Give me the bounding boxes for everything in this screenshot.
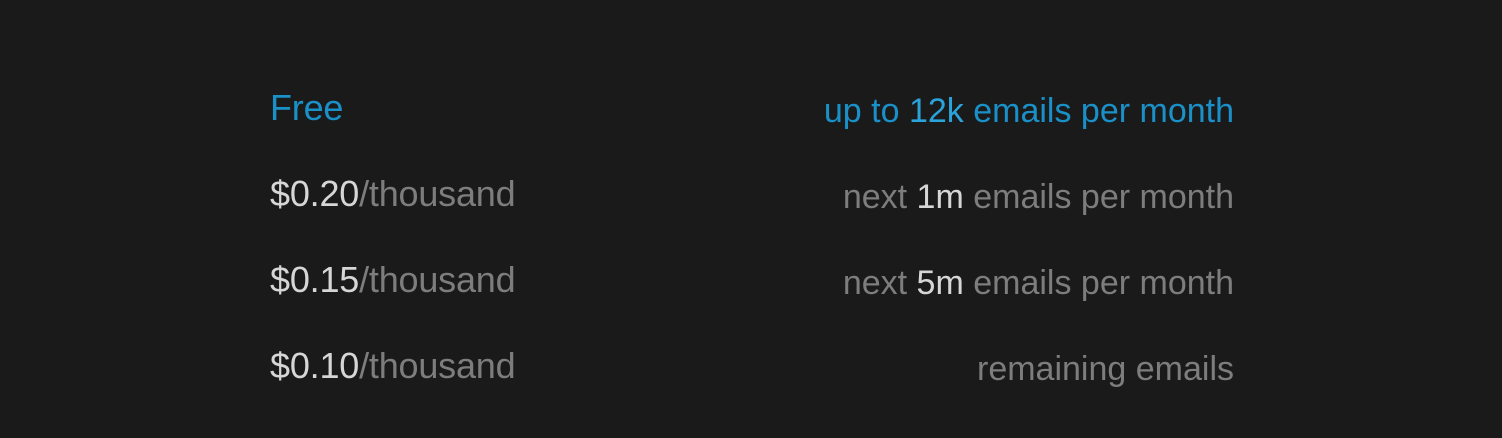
price-unit: /thousand <box>359 345 516 386</box>
desc-suffix: emails per month <box>963 264 1234 302</box>
price-unit: /thousand <box>359 173 516 214</box>
pricing-tier-remaining: $0.10/thousand remaining emails <box>270 336 1234 422</box>
pricing-table: Free up to 12k emails per month $0.20/th… <box>270 78 1234 422</box>
pricing-tier-1m: $0.20/thousand next 1m emails per month <box>270 164 1234 250</box>
price-amount: Free <box>270 87 344 128</box>
desc-prefix: next <box>842 178 917 216</box>
tier-description: next 5m emails per month <box>843 263 1234 303</box>
tier-price: $0.10/thousand <box>270 345 516 386</box>
price-amount: $0.15 <box>270 259 360 300</box>
tier-price: $0.20/thousand <box>270 173 516 214</box>
tier-description: remaining emails <box>977 349 1234 389</box>
price-amount: $0.20 <box>270 173 360 214</box>
desc-suffix: emails per month <box>963 92 1234 130</box>
desc-number: 12k <box>908 92 964 130</box>
tier-description: next 1m emails per month <box>843 177 1234 217</box>
desc-prefix: next <box>842 264 917 302</box>
pricing-tier-5m: $0.15/thousand next 5m emails per month <box>270 250 1234 336</box>
tier-price: Free <box>270 88 343 128</box>
desc-number: 1m <box>916 178 964 216</box>
tier-price: $0.15/thousand <box>270 259 516 300</box>
desc-number: 5m <box>916 264 964 302</box>
pricing-tier-free: Free up to 12k emails per month <box>270 78 1234 164</box>
desc-suffix: emails per month <box>963 178 1234 216</box>
desc-prefix: up to <box>823 92 909 130</box>
tier-description: up to 12k emails per month <box>824 91 1234 131</box>
price-unit: /thousand <box>359 259 516 300</box>
price-amount: $0.10 <box>270 345 360 386</box>
desc-suffix: remaining emails <box>977 350 1234 388</box>
